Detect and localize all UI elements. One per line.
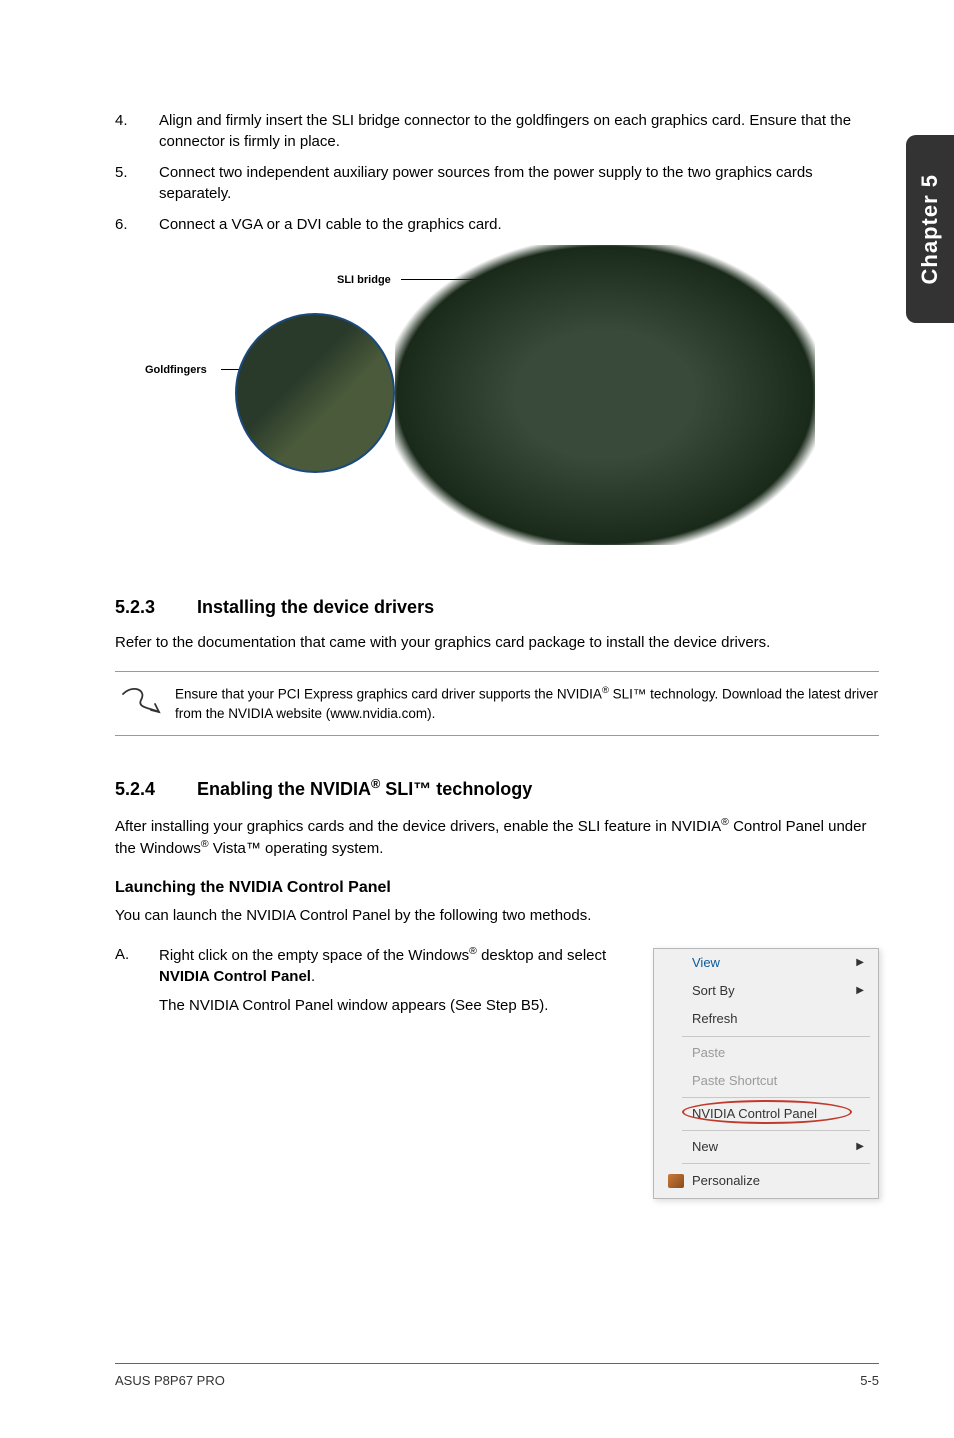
subsection-heading: Launching the NVIDIA Control Panel <box>115 877 879 899</box>
step-number: 6. <box>115 214 159 235</box>
section-title: Installing the device drivers <box>197 597 434 617</box>
section-524-paragraph: After installing your graphics cards and… <box>115 815 879 859</box>
context-menu: View ▶ Sort By ▶ Refresh Paste Paste Sho… <box>653 948 879 1199</box>
step-number: 5. <box>115 162 159 204</box>
step-a: A. Right click on the empty space of the… <box>115 944 633 1024</box>
registered-mark: ® <box>721 816 729 828</box>
para-part-c: Vista™ operating system. <box>209 840 384 857</box>
menu-item-label: Sort By <box>692 982 735 1000</box>
step-text: Connect two independent auxiliary power … <box>159 162 879 204</box>
menu-separator <box>682 1036 870 1037</box>
left-column: A. Right click on the empty space of the… <box>115 944 633 1199</box>
menu-item-refresh[interactable]: Refresh <box>678 1005 878 1033</box>
step-4: 4. Align and firmly insert the SLI bridg… <box>115 110 879 152</box>
submenu-arrow-icon: ▶ <box>856 984 864 998</box>
note-text-a: Ensure that your PCI Express graphics ca… <box>175 687 602 702</box>
menu-item-view[interactable]: View ▶ <box>678 949 878 977</box>
menu-item-sort-by[interactable]: Sort By ▶ <box>678 977 878 1005</box>
menu-item-paste-shortcut: Paste Shortcut <box>678 1067 878 1095</box>
section-title-a: Enabling the NVIDIA <box>197 779 371 799</box>
step-letter: A. <box>115 944 159 1024</box>
registered-mark: ® <box>201 838 209 850</box>
menu-item-label: New <box>692 1138 718 1156</box>
step-text: Right click on the empty space of the Wi… <box>159 944 633 1024</box>
submenu-arrow-icon: ▶ <box>856 1140 864 1154</box>
menu-item-nvidia-control-panel-highlighted[interactable]: NVIDIA Control Panel <box>678 1100 878 1128</box>
subsection-paragraph: You can launch the NVIDIA Control Panel … <box>115 905 879 926</box>
note-icon <box>115 686 175 722</box>
menu-item-label: Paste Shortcut <box>692 1072 777 1090</box>
line1-bold: NVIDIA Control Panel <box>159 968 311 985</box>
menu-separator <box>682 1097 870 1098</box>
registered-mark: ® <box>371 777 380 791</box>
step-a-line1: Right click on the empty space of the Wi… <box>159 944 633 987</box>
step-text: Connect a VGA or a DVI cable to the grap… <box>159 214 879 235</box>
hardware-diagram: SLI bridge Goldfingers <box>115 245 879 565</box>
menu-item-paste: Paste <box>678 1039 878 1067</box>
submenu-arrow-icon: ▶ <box>856 956 864 970</box>
menu-item-personalize[interactable]: Personalize <box>654 1166 878 1197</box>
step-6: 6. Connect a VGA or a DVI cable to the g… <box>115 214 879 235</box>
section-heading-523: 5.2.3Installing the device drivers <box>115 595 879 620</box>
para-part-a: After installing your graphics cards and… <box>115 818 721 835</box>
page-footer: ASUS P8P67 PRO 5-5 <box>115 1363 879 1390</box>
page-content: 4. Align and firmly insert the SLI bridg… <box>0 0 954 1199</box>
footer-page-number: 5-5 <box>860 1372 879 1390</box>
section-title-b: SLI™ technology <box>380 779 532 799</box>
menu-item-label: Paste <box>692 1044 725 1062</box>
note-box: Ensure that your PCI Express graphics ca… <box>115 671 879 736</box>
step-text: Align and firmly insert the SLI bridge c… <box>159 110 879 152</box>
step-number: 4. <box>115 110 159 152</box>
menu-item-new[interactable]: New ▶ <box>678 1133 878 1161</box>
menu-item-label: NVIDIA Control Panel <box>692 1105 817 1123</box>
menu-item-label: View <box>692 954 720 972</box>
line1-c: . <box>311 968 315 985</box>
registered-mark: ® <box>602 685 609 696</box>
diagram-zoom-circle <box>235 313 395 473</box>
diagram-label-sli-bridge: SLI bridge <box>337 273 391 288</box>
footer-product: ASUS P8P67 PRO <box>115 1372 225 1390</box>
line1-a: Right click on the empty space of the Wi… <box>159 947 469 964</box>
section-number: 5.2.3 <box>115 595 197 620</box>
menu-item-label: Refresh <box>692 1010 738 1028</box>
section-number: 5.2.4 <box>115 777 197 802</box>
registered-mark: ® <box>469 945 477 957</box>
personalize-icon <box>668 1174 684 1188</box>
two-column-layout: A. Right click on the empty space of the… <box>115 944 879 1199</box>
chapter-side-tab-label: Chapter 5 <box>915 174 946 284</box>
right-column: View ▶ Sort By ▶ Refresh Paste Paste Sho… <box>653 944 879 1199</box>
step-5: 5. Connect two independent auxiliary pow… <box>115 162 879 204</box>
diagram-graphics-card <box>395 245 815 545</box>
chapter-side-tab: Chapter 5 <box>906 135 954 323</box>
section-heading-524: 5.2.4Enabling the NVIDIA® SLI™ technolog… <box>115 776 879 802</box>
menu-separator <box>682 1130 870 1131</box>
menu-item-label: Personalize <box>692 1172 760 1190</box>
menu-separator <box>682 1163 870 1164</box>
line1-b: desktop and select <box>477 947 606 964</box>
diagram-label-goldfingers: Goldfingers <box>145 363 207 378</box>
section-523-paragraph: Refer to the documentation that came wit… <box>115 632 879 653</box>
note-text: Ensure that your PCI Express graphics ca… <box>175 684 879 723</box>
step-a-line2: The NVIDIA Control Panel window appears … <box>159 995 633 1016</box>
